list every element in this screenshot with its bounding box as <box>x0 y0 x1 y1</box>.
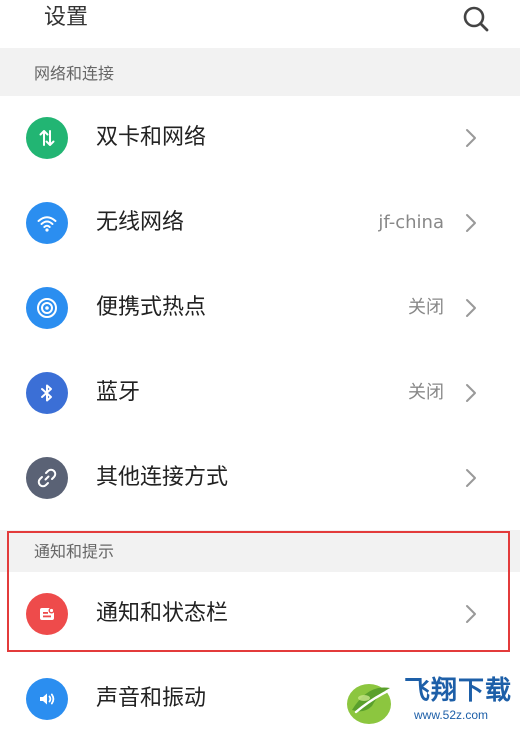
chevron-right-icon <box>466 214 476 232</box>
chevron-right-icon <box>466 605 476 623</box>
row-label: 声音和振动 <box>96 686 207 711</box>
section-header-network: 网络和连接 <box>0 48 520 96</box>
section-title: 通知和提示 <box>34 542 115 561</box>
row-label: 无线网络 <box>96 210 185 235</box>
watermark-brand: 飞翔下载 <box>404 676 513 706</box>
leaf-logo-icon <box>347 684 391 724</box>
bluetooth-icon <box>26 372 68 414</box>
settings-row-hotspot[interactable]: 便携式热点 关闭 <box>0 266 520 350</box>
row-label: 蓝牙 <box>96 380 141 405</box>
chevron-right-icon <box>466 384 476 402</box>
chevron-right-icon <box>466 299 476 317</box>
notification-icon <box>26 593 68 635</box>
settings-row-dual-sim[interactable]: 双卡和网络 <box>0 96 520 180</box>
watermark-url: www.52z.com <box>414 708 489 722</box>
link-icon <box>26 457 68 499</box>
page-title: 设置 <box>44 5 89 30</box>
chevron-right-icon <box>466 469 476 487</box>
row-label: 其他连接方式 <box>96 465 229 490</box>
search-icon[interactable] <box>460 3 492 35</box>
chevron-right-icon <box>466 129 476 147</box>
sim-data-icon <box>26 117 68 159</box>
settings-row-wifi[interactable]: 无线网络 jf-china <box>0 181 520 265</box>
row-value: 关闭 <box>408 297 444 318</box>
app-header: 设置 <box>0 0 520 48</box>
section-title: 网络和连接 <box>34 64 115 83</box>
settings-row-bluetooth[interactable]: 蓝牙 关闭 <box>0 351 520 435</box>
row-value: jf-china <box>378 212 444 233</box>
row-value: 关闭 <box>408 382 444 403</box>
settings-row-notifications[interactable]: 通知和状态栏 <box>0 572 520 656</box>
section-header-notifications: 通知和提示 <box>0 530 520 574</box>
row-label: 便携式热点 <box>96 295 207 320</box>
settings-row-other-connections[interactable]: 其他连接方式 <box>0 436 520 520</box>
row-label: 双卡和网络 <box>96 125 207 150</box>
hotspot-icon <box>26 287 68 329</box>
watermark: 飞翔下载 www.52z.com <box>340 672 518 730</box>
sound-icon <box>26 678 68 720</box>
row-label: 通知和状态栏 <box>96 601 229 626</box>
wifi-icon <box>26 202 68 244</box>
